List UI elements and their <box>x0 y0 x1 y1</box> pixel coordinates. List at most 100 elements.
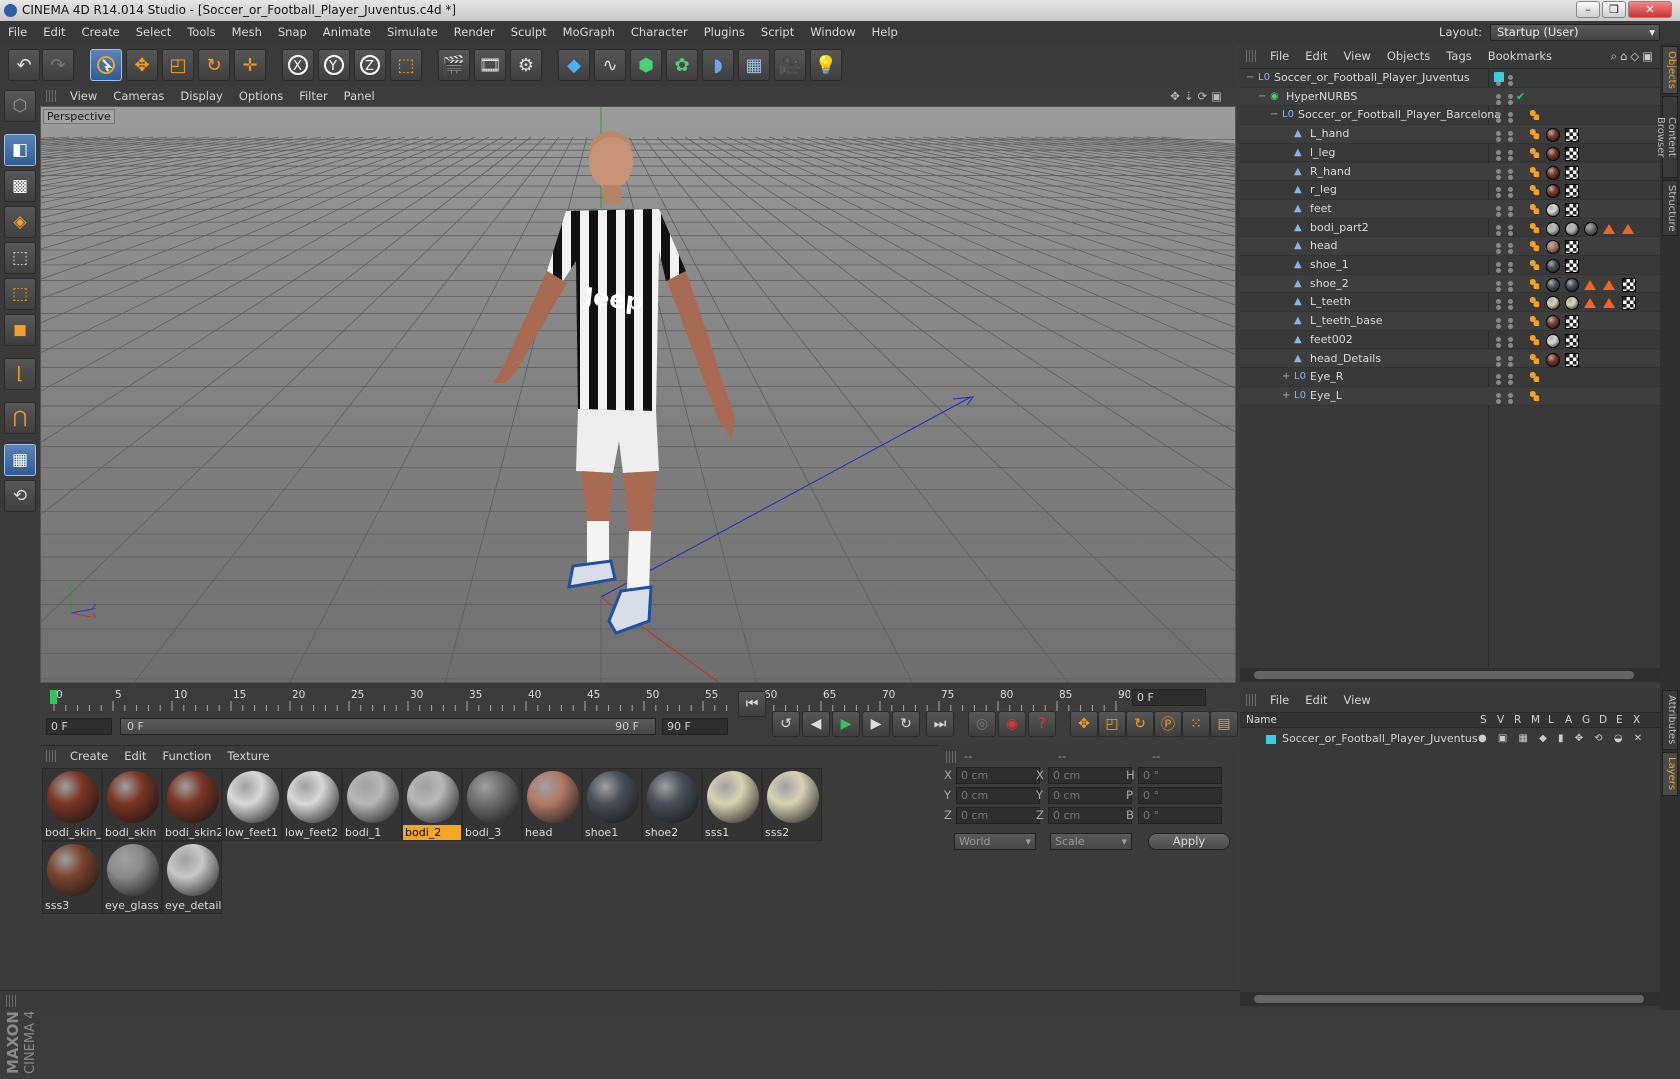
phong-tag-icon[interactable] <box>1530 353 1539 364</box>
material-swatch[interactable]: low_feet1 <box>222 768 282 841</box>
menu-tools[interactable]: Tools <box>179 21 223 44</box>
visibility-dot[interactable] <box>1496 336 1501 342</box>
viewport-navigation-icons[interactable]: ✥⇣⟳▣ <box>1170 86 1226 106</box>
material-swatch[interactable]: bodi_skin <box>102 768 162 841</box>
visibility-dot[interactable] <box>1496 249 1501 255</box>
expand-toggle-icon[interactable]: − <box>1246 69 1254 87</box>
visibility-dot[interactable] <box>1508 318 1513 324</box>
texture-tag-icon[interactable] <box>1565 277 1579 292</box>
material-swatch[interactable]: eye_details <box>162 841 222 914</box>
visibility-dot[interactable] <box>1496 211 1501 217</box>
material-swatch[interactable]: shoe1 <box>582 768 642 841</box>
next-frame-icon[interactable]: ▶ <box>862 711 890 737</box>
coord-value-field[interactable]: 0 cm <box>1048 807 1132 824</box>
visibility-dot[interactable] <box>1508 374 1513 380</box>
object-row[interactable]: − L0 Soccer_or_Football_Player_Barcelona <box>1240 106 1660 126</box>
material-menu-create[interactable]: Create <box>62 746 116 766</box>
visibility-dot[interactable] <box>1496 305 1501 311</box>
visibility-dot[interactable] <box>1508 342 1513 348</box>
object-row[interactable]: + L0 Eye_R <box>1240 368 1660 387</box>
visibility-dot[interactable] <box>1496 149 1501 155</box>
menu-animate[interactable]: Animate <box>315 21 379 44</box>
key-parameter-icon[interactable]: Ⓟ <box>1154 711 1182 737</box>
selection-tag-icon[interactable] <box>1584 279 1596 290</box>
tab-attributes[interactable]: Attributes <box>1662 690 1678 750</box>
material-swatch[interactable]: shoe2 <box>642 768 702 841</box>
visibility-dot[interactable] <box>1496 155 1501 161</box>
menu-create[interactable]: Create <box>74 21 128 44</box>
restore-button[interactable]: ❐ <box>1602 1 1626 18</box>
material-swatch[interactable]: bodi_1 <box>342 768 402 841</box>
current-frame-field[interactable]: 0 F <box>1132 689 1206 706</box>
visibility-dot[interactable] <box>1496 299 1501 305</box>
material-swatch[interactable]: sss3 <box>42 841 102 914</box>
visibility-dot[interactable] <box>1496 99 1501 105</box>
render-settings-icon[interactable]: ⚙ <box>510 49 542 81</box>
texture-tag-icon[interactable] <box>1584 221 1598 236</box>
visibility-dot[interactable] <box>1508 187 1513 193</box>
viewport-menu-panel[interactable]: Panel <box>336 86 383 106</box>
make-editable-icon[interactable]: ⬡ <box>4 90 36 122</box>
workplane-lock-icon[interactable]: ▦ <box>4 444 36 476</box>
key-pla-icon[interactable]: ⁙ <box>1182 711 1210 737</box>
uvw-tag-icon[interactable] <box>1565 202 1579 217</box>
redo-icon[interactable]: ↷ <box>42 49 74 81</box>
layer-col-g[interactable]: G <box>1582 713 1590 728</box>
material-menu-function[interactable]: Function <box>155 746 220 766</box>
phong-tag-icon[interactable] <box>1530 316 1539 327</box>
phong-tag-icon[interactable] <box>1530 166 1539 177</box>
visibility-dot[interactable] <box>1508 355 1513 361</box>
start-frame-field[interactable]: 0 F <box>46 718 112 735</box>
visibility-dot[interactable] <box>1496 398 1501 404</box>
visibility-dot[interactable] <box>1496 187 1501 193</box>
edges-mode-icon[interactable]: ⬚ <box>4 278 36 310</box>
undo-icon[interactable]: ↶ <box>8 49 40 81</box>
texture-tag-icon[interactable] <box>1565 296 1579 311</box>
texture-mode-icon[interactable]: ▩ <box>4 170 36 202</box>
uvw-tag-icon[interactable] <box>1565 240 1579 255</box>
material-menu-texture[interactable]: Texture <box>219 746 277 766</box>
object-row[interactable]: ▲ l_leg <box>1240 144 1660 163</box>
visibility-dot[interactable] <box>1508 168 1513 174</box>
selection-tag-icon[interactable] <box>1622 223 1634 234</box>
live-selection-icon[interactable] <box>90 49 122 81</box>
size-mode-select[interactable]: Scale ▾ <box>1050 833 1132 850</box>
enabled-check-icon[interactable]: ✔ <box>1516 88 1525 106</box>
visibility-dot[interactable] <box>1508 174 1513 180</box>
render-to-picture-viewer-icon[interactable]: 🎞 <box>474 49 506 81</box>
material-menu-edit[interactable]: Edit <box>116 746 154 766</box>
uvw-tag-icon[interactable] <box>1565 352 1579 367</box>
previous-key-icon[interactable]: ↺ <box>772 711 800 737</box>
layer-col-e[interactable]: E <box>1616 713 1623 728</box>
go-to-end-icon[interactable]: ⏭ <box>926 711 954 737</box>
texture-tag-icon[interactable] <box>1546 202 1560 217</box>
phong-tag-icon[interactable] <box>1530 110 1539 121</box>
material-swatch[interactable]: bodi_3 <box>462 768 522 841</box>
object-row[interactable]: ▲ L_teeth <box>1240 293 1660 313</box>
texture-tag-icon[interactable] <box>1546 165 1560 180</box>
phong-tag-icon[interactable] <box>1530 147 1539 158</box>
uvw-tag-icon[interactable] <box>1622 277 1636 292</box>
y-axis-lock-icon[interactable]: Y <box>318 49 350 81</box>
floor-environment-icon[interactable]: ▦ <box>738 49 770 81</box>
viewport-menu-display[interactable]: Display <box>172 86 230 106</box>
layer-col-r[interactable]: R <box>1514 713 1521 728</box>
visibility-dot[interactable] <box>1496 93 1501 99</box>
texture-tag-icon[interactable] <box>1546 146 1560 161</box>
visibility-dot[interactable] <box>1496 286 1501 292</box>
rotate-icon[interactable]: ↻ <box>198 49 230 81</box>
polygons-mode-icon[interactable]: ◼ <box>4 314 36 346</box>
texture-tag-icon[interactable] <box>1546 259 1560 273</box>
camera-icon[interactable]: 🎥 <box>774 49 806 81</box>
nurbs-icon[interactable]: ⬢ <box>630 49 662 81</box>
object-horizontal-scrollbar[interactable] <box>1240 668 1660 682</box>
phong-tag-icon[interactable] <box>1530 372 1539 383</box>
object-row[interactable]: − ◉ HyperNURBS ✔ <box>1240 87 1660 107</box>
visibility-dot[interactable] <box>1508 224 1513 230</box>
visibility-dot[interactable] <box>1496 137 1501 143</box>
object-row[interactable]: ▲ r_leg <box>1240 181 1660 200</box>
close-button[interactable]: ✕ <box>1628 1 1672 18</box>
visibility-dot[interactable] <box>1508 93 1513 99</box>
scale-icon[interactable]: ◰ <box>162 49 194 81</box>
viewport-menu-options[interactable]: Options <box>231 86 291 106</box>
